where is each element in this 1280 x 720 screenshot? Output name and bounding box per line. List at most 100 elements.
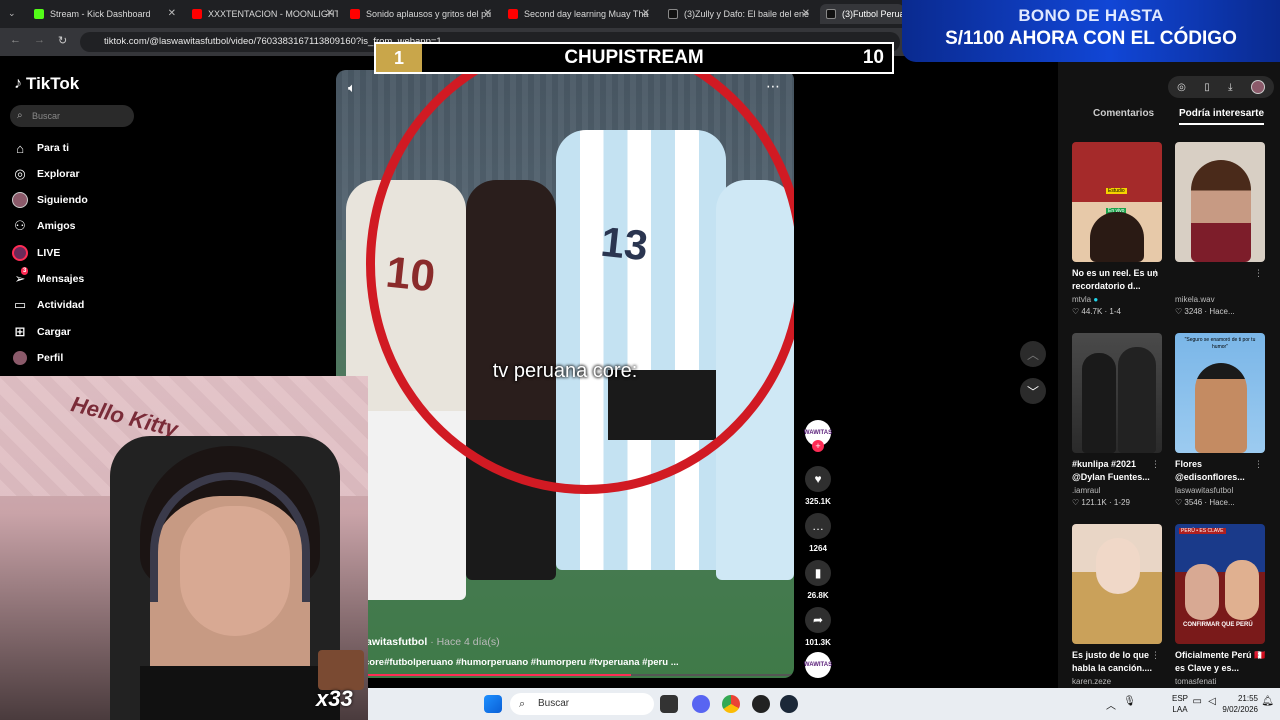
- sidebar-item-siguiendo[interactable]: Siguiendo: [12, 190, 88, 210]
- taskbar-search-label: Buscar: [538, 698, 570, 709]
- video-author[interactable]: awitasfutbol · Hace 4 día(s): [366, 636, 500, 648]
- microphone-icon[interactable]: 🎙︎: [1123, 696, 1136, 707]
- recommended-video-card[interactable]: PERÚ • ES CLAVE CONFIRMAR QUE PERÚ Ofici…: [1175, 524, 1267, 686]
- heart-icon: ♡: [1175, 498, 1183, 507]
- browser-tab[interactable]: (3)Zully y Dafo: El baile del ene ✕: [662, 4, 814, 24]
- windows-taskbar: ⌕ Buscar ︿ 🎙︎ ESP LAA ▭ ◁ 21:55 9/02/202…: [368, 688, 1280, 720]
- search-input[interactable]: ⌕ Buscar: [10, 105, 134, 127]
- file-explorer-icon[interactable]: [660, 695, 678, 713]
- notifications-icon[interactable]: 🔔︎: [1261, 696, 1274, 707]
- recommended-video-card[interactable]: Es justo de lo que habla la canción.... …: [1072, 524, 1164, 686]
- tab-podria-interesarte[interactable]: Podría interesarte: [1179, 108, 1265, 125]
- more-options-icon[interactable]: ⋯: [766, 78, 780, 95]
- close-icon[interactable]: ✕: [168, 8, 176, 19]
- browser-tab[interactable]: Second day learning Muay Tha ✕: [502, 4, 654, 24]
- browser-tab-active[interactable]: (3)Futbol Peruano: [820, 4, 904, 24]
- discord-icon[interactable]: [692, 695, 710, 713]
- phone-icon[interactable]: ▯: [1204, 82, 1210, 93]
- browser-tab[interactable]: Sonido aplausos y gritos del pu ✕: [344, 4, 496, 24]
- follow-plus-icon[interactable]: +: [812, 440, 824, 452]
- recommended-video-card[interactable]: Estudio En vivo No es un reel. Es un rec…: [1072, 142, 1164, 316]
- tiktok-icon: [826, 9, 836, 19]
- coin-icon[interactable]: ◎: [1177, 82, 1186, 93]
- thumb-face: [1096, 538, 1140, 594]
- network-icon[interactable]: ▭: [1193, 696, 1202, 707]
- sound-avatar: WAWITAS: [804, 652, 832, 678]
- send-icon: ➢ 3: [14, 267, 29, 286]
- lang-layout: LAA: [1172, 705, 1188, 714]
- tray-chevron-icon[interactable]: ︿: [1106, 697, 1116, 712]
- thumb-face: [1090, 212, 1144, 262]
- tab-search-icon[interactable]: ⌄: [8, 8, 16, 19]
- browser-tab[interactable]: XXXTENTACION - MOONLIGHT ✕: [186, 4, 338, 24]
- obs-icon[interactable]: [752, 695, 770, 713]
- forward-icon[interactable]: →: [34, 34, 45, 46]
- tiktok-logo[interactable]: ♪ TikTok: [14, 74, 79, 94]
- recommended-video-card[interactable]: #kunlipa #2021 @Dylan Fuentes... .iamrau…: [1072, 333, 1164, 507]
- score-title: CHUPISTREAM: [564, 47, 704, 68]
- steam-icon[interactable]: [780, 695, 798, 713]
- browser-tab[interactable]: Stream - Kick Dashboard ✕: [28, 4, 180, 24]
- tiktok-icon: [668, 9, 678, 19]
- thumb-face: [1225, 560, 1259, 620]
- close-icon[interactable]: ✕: [326, 8, 334, 19]
- sound-avatar-button[interactable]: WAWITAS: [804, 652, 832, 678]
- more-options-icon[interactable]: ⋮: [1254, 268, 1263, 279]
- video-player[interactable]: 10 13 🔈︎ ⋯ tv peruana core: ☝ awitasfutb…: [336, 70, 794, 678]
- more-options-icon[interactable]: ⋮: [1151, 459, 1160, 470]
- friends-icon: ⚇: [14, 218, 26, 233]
- close-icon[interactable]: ✕: [802, 8, 810, 19]
- download-icon[interactable]: ⤓: [1228, 82, 1232, 93]
- profile-icon: [12, 350, 28, 366]
- video-thumbnail: [1175, 142, 1265, 262]
- close-icon[interactable]: ✕: [484, 8, 492, 19]
- sidebar-item-explorar[interactable]: ◎ Explorar: [12, 164, 80, 184]
- close-icon[interactable]: ✕: [642, 8, 650, 19]
- next-video-button[interactable]: ﹀: [1020, 378, 1046, 404]
- sidebar-item-label: Amigos: [37, 220, 76, 232]
- system-clock[interactable]: 21:55 9/02/2026: [1222, 693, 1258, 715]
- like-button[interactable]: ♥ 325.1K: [804, 466, 832, 506]
- sidebar-item-label: LIVE: [37, 247, 61, 259]
- share-button[interactable]: ➦ 101.3K: [804, 607, 832, 647]
- sidebar-item-label: Explorar: [37, 168, 80, 180]
- volume-icon[interactable]: ◁: [1208, 696, 1216, 707]
- sidebar-item-mensajes[interactable]: ➢ 3 Mensajes: [12, 267, 84, 289]
- progress-fill: [364, 674, 631, 676]
- sidebar-item-cargar[interactable]: ⊞ Cargar: [12, 322, 71, 342]
- card-author: mikela.wav: [1175, 295, 1215, 304]
- reload-icon[interactable]: ↻: [58, 34, 67, 47]
- taskbar-search[interactable]: ⌕ Buscar: [510, 693, 654, 715]
- more-options-icon[interactable]: ⋮: [1254, 650, 1263, 661]
- kick-icon: [34, 9, 44, 19]
- bookmark-icon: ▮: [805, 560, 831, 586]
- sidebar-item-actividad[interactable]: ▭ Actividad: [12, 295, 84, 315]
- right-panel: ◎ ▯ ⤓ Comentarios Podría interesarte Est…: [1058, 62, 1280, 688]
- tab-comentarios[interactable]: Comentarios: [1093, 108, 1154, 119]
- more-options-icon[interactable]: ⋮: [1151, 650, 1160, 661]
- user-avatar[interactable]: [1250, 80, 1265, 94]
- video-progress-bar[interactable]: [364, 674, 794, 676]
- sidebar-item-amigos[interactable]: ⚇ Amigos: [12, 216, 76, 236]
- more-options-icon[interactable]: ⋮: [1254, 459, 1263, 470]
- tab-label: (3)Zully y Dafo: El baile del ene: [684, 9, 810, 19]
- volume-icon[interactable]: 🔈︎: [348, 80, 356, 96]
- more-options-icon[interactable]: ⋮: [1151, 268, 1160, 279]
- chrome-icon[interactable]: [722, 695, 740, 713]
- language-indicator[interactable]: ESP LAA: [1172, 693, 1188, 715]
- back-icon[interactable]: ←: [10, 34, 21, 46]
- sidebar-item-live[interactable]: LIVE: [12, 243, 60, 263]
- logo-text: TikTok: [26, 74, 80, 93]
- save-button[interactable]: ▮ 26.8K: [804, 560, 832, 600]
- comment-button[interactable]: … 1264: [804, 513, 832, 553]
- windows-start-icon[interactable]: [484, 695, 502, 713]
- creator-avatar-button[interactable]: WAWITAS +: [804, 420, 832, 452]
- previous-video-button[interactable]: ︿: [1020, 341, 1046, 367]
- sidebar-item-perfil[interactable]: Perfil: [12, 348, 63, 368]
- recommended-video-card[interactable]: "Seguro se enamoró de ti por tu humor" F…: [1175, 333, 1267, 507]
- video-hashtags[interactable]: core#futbolperuano #humorperuano #humorp…: [364, 657, 679, 668]
- compass-icon: ◎: [14, 166, 26, 181]
- sidebar-item-para-ti[interactable]: ⌂ Para ti: [12, 138, 69, 158]
- video-thumbnail: PERÚ • ES CLAVE CONFIRMAR QUE PERÚ: [1175, 524, 1265, 644]
- recommended-video-card[interactable]: mikela.wav ♡ 3248 · Hace... ⋮: [1175, 142, 1267, 316]
